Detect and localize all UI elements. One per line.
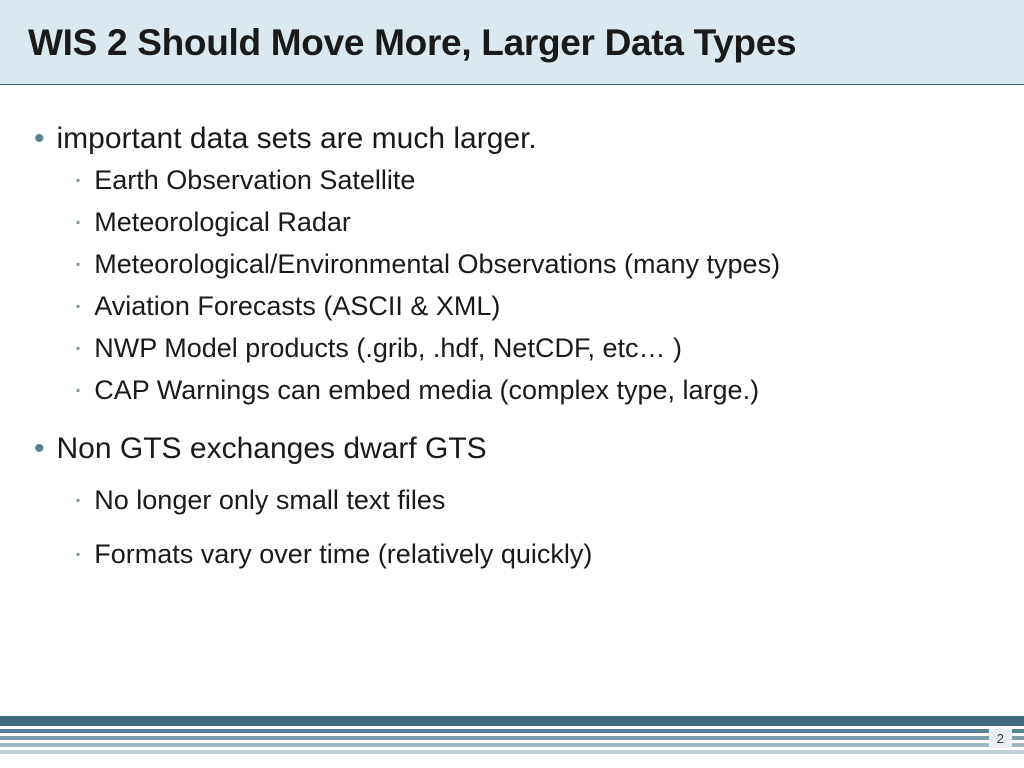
bullet-text: NWP Model products (.grib, .hdf, NetCDF,… xyxy=(94,331,682,365)
bullet-group-2: • Non GTS exchanges dwarf GTS ▪ No longe… xyxy=(34,431,990,571)
list-item: ▪ CAP Warnings can embed media (complex … xyxy=(76,373,990,407)
list-item: ▪ Earth Observation Satellite xyxy=(76,163,990,197)
bullet-square-icon: ▪ xyxy=(76,373,80,407)
page-number: 2 xyxy=(989,729,1012,748)
bullet-text: Non GTS exchanges dwarf GTS xyxy=(57,431,487,467)
bullet-text: Earth Observation Satellite xyxy=(94,163,415,197)
sub-list-2: ▪ No longer only small text files ▪ Form… xyxy=(76,483,990,571)
bullet-square-icon: ▪ xyxy=(76,205,80,239)
bullet-text: CAP Warnings can embed media (complex ty… xyxy=(94,373,759,407)
bullet-text: important data sets are much larger. xyxy=(57,121,537,157)
bullet-square-icon: ▪ xyxy=(76,537,80,571)
bullet-text: Meteorological/Environmental Observation… xyxy=(94,247,780,281)
bullet-text: Meteorological Radar xyxy=(94,205,351,239)
list-item: ▪ Formats vary over time (relatively qui… xyxy=(76,537,990,571)
bullet-text: No longer only small text files xyxy=(94,483,445,517)
list-item: • Non GTS exchanges dwarf GTS xyxy=(34,431,990,467)
bullet-dot-icon: • xyxy=(34,121,45,157)
bullet-square-icon: ▪ xyxy=(76,331,80,365)
list-item: ▪ Aviation Forecasts (ASCII & XML) xyxy=(76,289,990,323)
bullet-square-icon: ▪ xyxy=(76,247,80,281)
bullet-text: Formats vary over time (relatively quick… xyxy=(94,537,592,571)
slide: WIS 2 Should Move More, Larger Data Type… xyxy=(0,0,1024,768)
list-item: ▪ Meteorological Radar xyxy=(76,205,990,239)
bullet-text: Aviation Forecasts (ASCII & XML) xyxy=(94,289,500,323)
bullet-square-icon: ▪ xyxy=(76,289,80,323)
list-item: ▪ NWP Model products (.grib, .hdf, NetCD… xyxy=(76,331,990,365)
title-bar: WIS 2 Should Move More, Larger Data Type… xyxy=(0,0,1024,85)
bullet-group-1: • important data sets are much larger. ▪… xyxy=(34,121,990,407)
bullet-dot-icon: • xyxy=(34,431,45,467)
slide-title: WIS 2 Should Move More, Larger Data Type… xyxy=(28,22,996,64)
list-item: • important data sets are much larger. xyxy=(34,121,990,157)
sub-list-1: ▪ Earth Observation Satellite ▪ Meteorol… xyxy=(76,163,990,407)
bullet-square-icon: ▪ xyxy=(76,163,80,197)
stripe xyxy=(0,716,1024,726)
stripe xyxy=(0,750,1024,754)
slide-content: • important data sets are much larger. ▪… xyxy=(0,85,1024,571)
footer-stripes xyxy=(0,716,1024,754)
list-item: ▪ No longer only small text files xyxy=(76,483,990,517)
list-item: ▪ Meteorological/Environmental Observati… xyxy=(76,247,990,281)
bullet-square-icon: ▪ xyxy=(76,483,80,517)
